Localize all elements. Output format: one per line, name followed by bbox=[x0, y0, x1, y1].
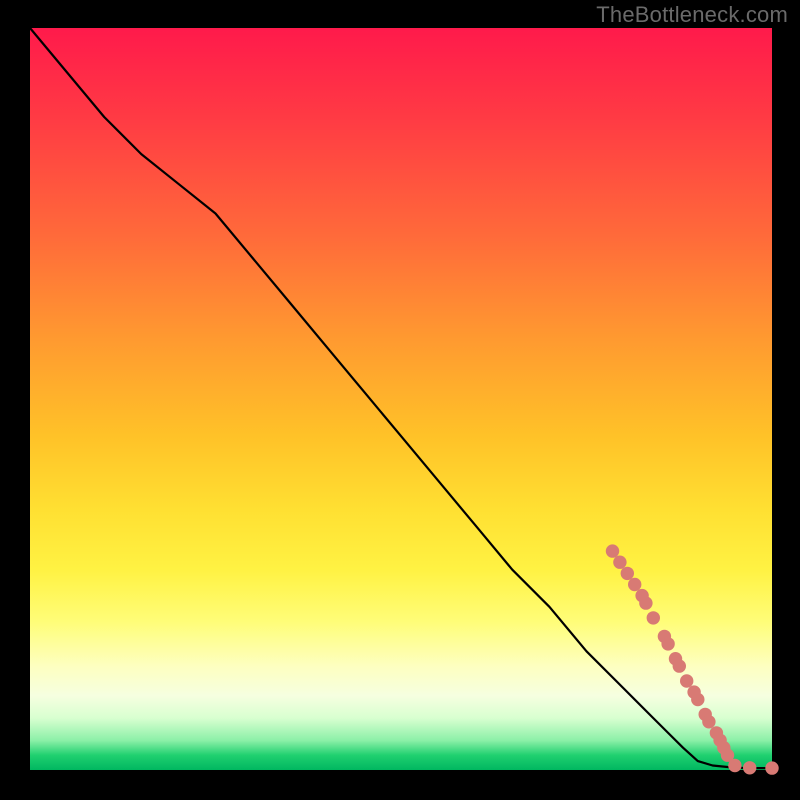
chart-marker bbox=[673, 659, 686, 672]
chart-marker bbox=[702, 715, 715, 728]
chart-marker bbox=[691, 693, 704, 706]
chart-marker bbox=[728, 759, 741, 772]
chart-marker bbox=[613, 556, 626, 569]
chart-line bbox=[30, 28, 772, 768]
chart-marker bbox=[606, 544, 619, 557]
chart-marker bbox=[680, 674, 693, 687]
chart-marker bbox=[639, 596, 652, 609]
chart-overlay-svg bbox=[0, 0, 800, 800]
chart-marker bbox=[743, 761, 756, 774]
chart-marker bbox=[661, 637, 674, 650]
chart-marker bbox=[647, 611, 660, 624]
chart-marker bbox=[621, 567, 634, 580]
chart-marker bbox=[628, 578, 641, 591]
chart-stage: TheBottleneck.com bbox=[0, 0, 800, 800]
chart-marker bbox=[765, 761, 778, 774]
